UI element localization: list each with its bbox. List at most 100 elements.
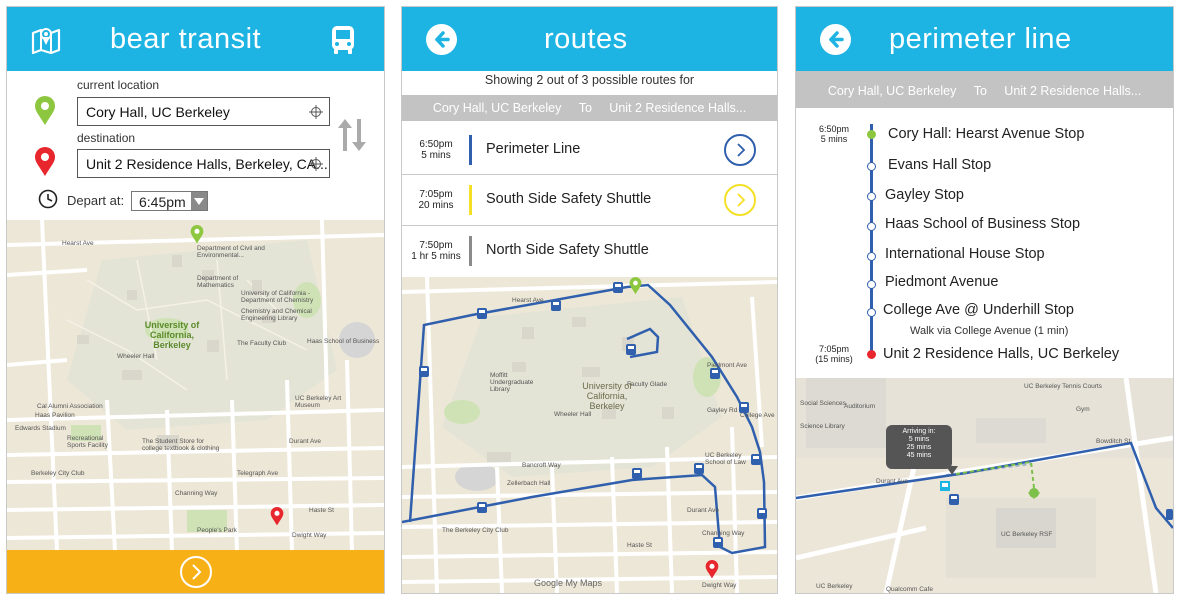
stop-name[interactable]: International House Stop	[885, 246, 1045, 262]
depart-time-select[interactable]: 6:45pm	[131, 191, 208, 211]
bus-stop-icon[interactable]	[693, 462, 705, 481]
routes-map[interactable]: Hearst Ave Moffitt Undergraduate Library…	[402, 277, 777, 593]
arrival-title: Arriving in:	[902, 428, 936, 435]
map-label-wheeler: Wheeler Hall	[554, 411, 592, 418]
route-row[interactable]: 7:05pm 20 mins South Side Safety Shuttle	[402, 175, 777, 226]
route-color-bar	[469, 135, 472, 165]
back-button[interactable]	[426, 24, 457, 55]
map-label-faculty-club: The Faculty Club	[237, 340, 287, 347]
route-time: 6:50pm	[419, 139, 453, 150]
map-label-hearst: Hearst Ave	[512, 297, 544, 304]
bus-stop-icon[interactable]	[750, 453, 762, 472]
map-label-chem-lib: Chemistry and Chemical Engineering Libra…	[241, 308, 312, 322]
map-label-berkeley-club: The Berkeley City Club	[442, 527, 509, 534]
map-label-tennis: UC Berkeley Tennis Courts	[1024, 383, 1102, 390]
origin-map-pin-icon[interactable]	[190, 225, 204, 249]
destination-field[interactable]: Unit 2 Residence Halls, Berkeley, CA....	[77, 149, 330, 178]
search-routes-button[interactable]	[7, 550, 384, 593]
map-label-gayley: Gayley Rd	[707, 407, 738, 414]
bus-icon[interactable]	[330, 25, 356, 60]
bus-stop-icon[interactable]	[738, 401, 750, 420]
map-icon[interactable]	[31, 24, 61, 59]
bus-stop-icon[interactable]	[550, 299, 562, 318]
stop-name[interactable]: Gayley Stop	[885, 187, 964, 203]
route-time: 7:50pm	[419, 240, 453, 251]
map-label-durant: Durant Ave	[687, 507, 720, 514]
bus-stop-icon[interactable]	[418, 365, 430, 384]
bus-stop-icon[interactable]	[625, 343, 637, 362]
route-detail-map[interactable]: UC Berkeley Tennis Courts Auditorium Sci…	[796, 378, 1173, 593]
bus-stop-icon[interactable]	[631, 467, 643, 486]
google-attribution: Google My Maps	[534, 578, 603, 588]
stop-name[interactable]: Cory Hall: Hearst Avenue Stop	[888, 126, 1084, 142]
bus-stop-icon[interactable]	[709, 367, 721, 386]
map-label-university: University of California, Berkeley	[582, 381, 632, 411]
map-label-gym: Gym	[1076, 406, 1090, 413]
back-button[interactable]	[820, 24, 851, 55]
stop-timeline: 6:50pm 5 mins Cory Hall: Hearst Avenue St…	[796, 108, 1173, 378]
chevron-right-icon[interactable]	[724, 134, 756, 166]
map-label-haste: Haste St	[309, 507, 334, 514]
stop-name[interactable]: College Ave @ Underhill Stop	[883, 302, 1074, 318]
map-label-chem: University of California - Department of…	[241, 290, 314, 304]
start-duration: 5 mins	[820, 134, 848, 144]
clock-icon	[38, 189, 58, 214]
depart-time-value: 6:45pm	[139, 194, 186, 210]
destination-stop-name[interactable]: Unit 2 Residence Halls, UC Berkeley	[883, 346, 1119, 362]
origin-pin-icon	[34, 96, 56, 131]
trip-from: Cory Hall, UC Berkeley	[827, 84, 957, 98]
arrival-time: 45 mins	[906, 452, 932, 459]
current-location-field[interactable]: Cory Hall, UC Berkeley	[77, 97, 330, 126]
chevron-right-icon[interactable]	[724, 184, 756, 216]
bus-stop-icon[interactable]	[712, 536, 724, 555]
route-line	[870, 124, 873, 354]
trip-summary-bar: Cory Hall, UC Berkeley To Unit 2 Residen…	[402, 95, 777, 121]
bus-stop-icon[interactable]	[612, 281, 624, 300]
bus-stop-icon[interactable]	[756, 507, 768, 526]
bus-stop-icon[interactable]	[476, 501, 488, 520]
bus-icon[interactable]	[948, 493, 960, 512]
map-label-university: University of California, Berkeley	[144, 320, 200, 350]
origin-map-pin-icon[interactable]	[629, 277, 642, 300]
map-label-berkeley-art: UC Berkeley Art Museum	[295, 395, 342, 409]
current-location-label: current location	[77, 78, 160, 92]
perimeter-line-screen: perimeter line Cory Hall, UC Berkeley To…	[795, 6, 1174, 594]
locate-icon[interactable]	[309, 157, 323, 174]
map-label-telegraph: Telegraph Ave	[237, 470, 279, 477]
stop-name[interactable]: Haas School of Business Stop	[885, 216, 1080, 232]
trip-summary-bar: Cory Hall, UC Berkeley To Unit 2 Residen…	[796, 71, 1173, 108]
dropdown-arrow-icon[interactable]	[191, 192, 207, 210]
tooltip-pointer	[946, 466, 958, 475]
stop-name[interactable]: Evans Hall Stop	[888, 157, 991, 173]
route-row[interactable]: 7:50pm 1 hr 5 mins North Side Safety Shut…	[402, 226, 777, 276]
end-stop-dot	[867, 350, 876, 359]
map-label-dept-math: Department of Mathematics	[197, 275, 239, 289]
map-label-peoples-park: People's Park	[197, 527, 237, 534]
walk-note: Walk via College Avenue (1 min)	[910, 325, 1069, 337]
map-label-bancroft: Bancroft Way	[522, 462, 561, 469]
map-label-durant: Durant Ave	[289, 438, 322, 445]
trip-to-word: To	[973, 84, 987, 98]
bus-icon[interactable]	[1166, 508, 1173, 527]
back-arrow-icon	[435, 31, 450, 48]
map-label-stadium: UC Berkeley	[816, 583, 853, 590]
destination-pin-icon	[34, 147, 56, 182]
destination-map-pin-icon[interactable]	[270, 507, 284, 531]
bus-stop-icon[interactable]	[476, 307, 488, 326]
route-name: South Side Safety Shuttle	[486, 191, 652, 207]
end-time: 7:05pm	[818, 344, 850, 354]
stop-name[interactable]: Piedmont Avenue	[885, 274, 998, 290]
locate-icon[interactable]	[309, 105, 323, 122]
destination-map-pin-icon[interactable]	[705, 560, 719, 584]
campus-map[interactable]: Hearst Ave Department of Civil and Envir…	[7, 220, 384, 552]
current-location-value: Cory Hall, UC Berkeley	[86, 104, 230, 120]
route-row[interactable]: 6:50pm 5 mins Perimeter Line	[402, 125, 777, 175]
swap-icon[interactable]	[336, 117, 368, 158]
route-color-bar	[469, 236, 472, 266]
map-label-social-sciences: Social Sciences	[800, 400, 846, 407]
bear-transit-screen: bear transit current location Cory Hall,…	[6, 6, 385, 594]
start-time: 6:50pm	[818, 124, 850, 134]
map-label-alumni: Cal Alumni Association	[37, 403, 103, 410]
map-label-zellerbach: Zellerbach Hall	[507, 480, 551, 487]
page-title: perimeter line	[889, 23, 1072, 55]
